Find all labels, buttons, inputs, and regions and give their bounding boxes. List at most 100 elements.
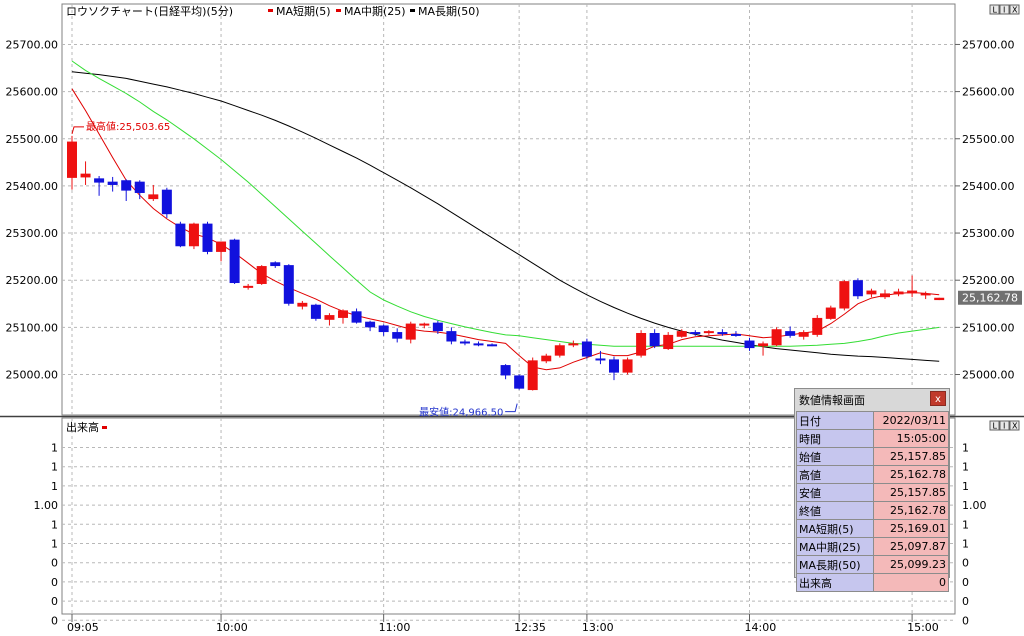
- volume-y-tick-label-right: 1: [962, 538, 969, 551]
- candle-body: [419, 323, 430, 326]
- info-row-label: 出来高: [796, 573, 874, 592]
- candle-body: [432, 322, 443, 332]
- info-row-label: MA短期(5): [796, 519, 874, 538]
- info-row: 安値 25,157.85: [796, 483, 949, 502]
- candle-body: [568, 343, 579, 346]
- volume-y-tick-label-right: 1: [962, 518, 969, 531]
- volume-y-tick-label-left: 1: [51, 461, 58, 474]
- legend-ma-long: MA長期(50): [418, 5, 480, 18]
- candle-body: [297, 302, 308, 307]
- legend-swatch-ma-long: [410, 9, 415, 12]
- candle-body: [175, 223, 186, 247]
- x-tick-label: 12:35: [514, 621, 546, 634]
- chart-title: ロウソクチャート(日経平均)(5分): [66, 5, 233, 18]
- info-row: MA短期(5) 25,169.01: [796, 519, 949, 538]
- candle-body: [392, 332, 403, 339]
- volume-y-tick-label-right: 1: [962, 461, 969, 474]
- info-row-value: 0: [873, 573, 949, 592]
- candle-body: [581, 341, 592, 357]
- candle-body: [405, 323, 416, 340]
- candle-body: [338, 310, 348, 318]
- candle-body: [636, 333, 647, 356]
- candle-body: [134, 181, 145, 193]
- candle-body: [609, 359, 619, 373]
- y-tick-label-left: 25500.00: [6, 133, 59, 146]
- candle-body: [459, 341, 470, 344]
- volume-y-tick-label-left: 0: [51, 557, 58, 570]
- candle-body: [907, 290, 918, 294]
- candle-body: [730, 333, 741, 336]
- price-panel-window-buttons: L I X: [989, 4, 1020, 15]
- info-panel[interactable]: 数値情報画面 x 日付 2022/03/11 時間 15:05:00 始値 25,157.…: [794, 388, 950, 592]
- info-row-value: 25,169.01: [873, 519, 949, 538]
- y-tick-label-right: 25700.00: [962, 38, 1015, 51]
- info-row-label: 始値: [796, 447, 874, 466]
- x-tick-label: 11:00: [379, 621, 411, 634]
- x-tick-label: 13:00: [582, 621, 614, 634]
- candle-body: [785, 331, 796, 336]
- info-row-value: 25,157.85: [873, 483, 949, 502]
- info-row: MA中期(25) 25,097.87: [796, 537, 949, 556]
- candle-body: [67, 141, 77, 178]
- candle-body: [121, 180, 132, 191]
- volume-y-tick-label-right: 1: [962, 480, 969, 493]
- volume-close-button-label: X: [1012, 422, 1018, 431]
- candle-body: [107, 181, 118, 185]
- candle-body: [161, 189, 172, 215]
- y-tick-label-left: 25100.00: [6, 321, 59, 334]
- y-tick-label-left: 25300.00: [6, 227, 59, 240]
- info-row-value: 15:05:00: [873, 429, 949, 448]
- info-row: MA長期(50) 25,099.23: [796, 555, 949, 574]
- candle-body: [649, 333, 660, 347]
- minimize-button-label: L: [993, 6, 998, 15]
- volume-y-tick-label-left: 1: [51, 538, 58, 551]
- info-row-value: 25,162.78: [873, 465, 949, 484]
- info-row: 始値 25,157.85: [796, 447, 949, 466]
- candle-body: [812, 317, 823, 335]
- candle-body: [663, 334, 674, 350]
- candle-body: [690, 332, 701, 335]
- info-panel-close-button[interactable]: x: [930, 391, 946, 406]
- x-tick-label: 15:00: [907, 621, 939, 634]
- y-tick-label-right: 25200.00: [962, 274, 1015, 287]
- volume-y-tick-label-right: 0: [962, 576, 969, 589]
- candle-body: [920, 293, 931, 296]
- candle-body: [216, 241, 227, 252]
- y-tick-label-left: 25000.00: [6, 369, 59, 382]
- candle-body: [839, 281, 850, 309]
- info-row-value: 2022/03/11: [873, 411, 949, 430]
- volume-y-tick-label-left: 1: [51, 480, 58, 493]
- last-price-label: 25,162.78: [962, 292, 1018, 305]
- x-tick-label: 09:05: [67, 621, 99, 634]
- volume-y-tick-label-left: 1.00: [34, 499, 59, 512]
- candle-body: [798, 332, 809, 337]
- candle-body: [256, 266, 267, 284]
- volume-restore-button-label: I: [1003, 422, 1005, 431]
- info-row: 終値 25,162.78: [796, 501, 949, 520]
- candle-body: [324, 315, 335, 320]
- candle-body: [893, 291, 904, 295]
- candle-body: [758, 343, 769, 347]
- info-panel-title: 数値情報画面: [799, 394, 865, 407]
- candle-body: [80, 173, 91, 178]
- legend-swatch-ma-mid: [336, 9, 341, 12]
- volume-y-tick-label-right: 1.00: [962, 499, 987, 512]
- info-row-label: 時間: [796, 429, 874, 448]
- info-row-label: 高値: [796, 465, 874, 484]
- candle-body: [717, 332, 728, 335]
- x-tick-label: 10:00: [216, 621, 248, 634]
- volume-y-tick-label-left: 1: [51, 442, 58, 455]
- y-tick-label-right: 25300.00: [962, 227, 1015, 240]
- x-tick-label: 14:00: [745, 621, 777, 634]
- y-tick-label-right: 25400.00: [962, 180, 1015, 193]
- info-panel-header[interactable]: 数値情報画面 x: [795, 389, 949, 409]
- y-tick-label-right: 25000.00: [962, 369, 1015, 382]
- candle-body: [188, 223, 199, 247]
- candle-body: [229, 239, 240, 284]
- candle-body: [744, 340, 755, 349]
- candle-body: [514, 375, 525, 389]
- info-row-value: 25,099.23: [873, 555, 949, 574]
- candle-body: [866, 290, 877, 295]
- info-row: 出来高 0: [796, 573, 949, 592]
- candle-body: [270, 262, 281, 267]
